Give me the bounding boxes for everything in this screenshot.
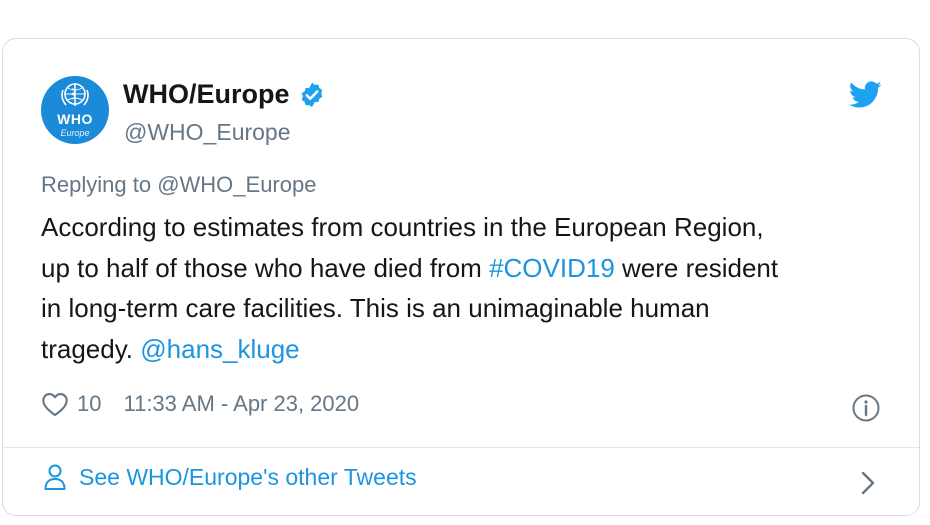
tweet-line: in long-term care facilities. This is an… bbox=[41, 293, 710, 323]
meta-row: 10 11:33 AM - Apr 23, 2020 bbox=[41, 391, 359, 417]
name-row: WHO/Europe bbox=[123, 79, 326, 110]
other-tweets-label[interactable]: See WHO/Europe's other Tweets bbox=[79, 464, 417, 491]
other-tweets-link[interactable]: See WHO/Europe's other Tweets bbox=[43, 463, 417, 491]
tweet-segment: up to half of those who have died from bbox=[41, 252, 490, 283]
verified-badge-icon bbox=[301, 82, 322, 107]
mention-link[interactable]: @hans_kluge bbox=[140, 334, 299, 364]
tweet-line: According to estimates from countries in… bbox=[41, 212, 764, 242]
display-name[interactable]: WHO/Europe bbox=[123, 79, 290, 110]
tweet-text: According to estimates from countries in… bbox=[41, 207, 901, 369]
tweet-line: tragedy. @hans_kluge bbox=[41, 329, 901, 370]
person-icon bbox=[44, 464, 66, 490]
page: WHO Europe WHO/Europe @WHO_Europe Replyi… bbox=[0, 0, 930, 525]
heart-icon[interactable] bbox=[41, 391, 69, 417]
avatar-text: WHO bbox=[57, 111, 93, 127]
twitter-bird-icon[interactable] bbox=[849, 81, 882, 109]
tweet-card: WHO Europe WHO/Europe @WHO_Europe Replyi… bbox=[2, 38, 920, 516]
replying-mention[interactable]: @WHO_Europe bbox=[157, 172, 316, 197]
handle[interactable]: @WHO_Europe bbox=[124, 119, 291, 146]
info-icon[interactable] bbox=[851, 393, 881, 423]
replying-prefix: Replying to bbox=[41, 172, 158, 197]
avatar[interactable]: WHO Europe bbox=[41, 76, 109, 144]
who-emblem-icon bbox=[61, 83, 89, 106]
like-count: 10 bbox=[77, 391, 102, 416]
avatar-subtext: Europe bbox=[60, 128, 90, 138]
chevron-right-icon[interactable] bbox=[859, 469, 877, 497]
timestamp[interactable]: 11:33 AM - Apr 23, 2020 bbox=[123, 391, 359, 417]
tweet-line: up to half of those who have died from #… bbox=[41, 248, 901, 289]
replying-to: Replying to @WHO_Europe bbox=[41, 172, 316, 198]
divider bbox=[3, 447, 919, 448]
hashtag-link[interactable]: #COVID19 bbox=[489, 253, 615, 283]
tweet-segment: were resident bbox=[614, 252, 779, 283]
tweet-segment: tragedy. bbox=[41, 333, 141, 364]
